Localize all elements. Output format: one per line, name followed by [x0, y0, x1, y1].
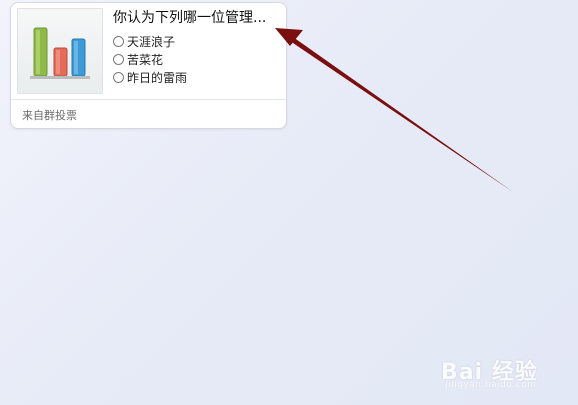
card-divider — [11, 99, 286, 100]
poll-title[interactable]: 你认为下列哪一位管理... — [113, 9, 283, 27]
radio-button[interactable] — [113, 53, 124, 65]
poll-option-label: 苦菜花 — [127, 52, 164, 67]
bar-chart-icon — [17, 8, 103, 94]
poll-option[interactable]: 苦菜花 — [113, 50, 187, 68]
baidu-watermark: Bai 经验 jingyan.baidu.com — [441, 346, 551, 396]
poll-option-label: 昨日的雷雨 — [127, 70, 188, 85]
radio-button[interactable] — [113, 71, 124, 83]
poll-source-label: 来自群投票 — [22, 109, 77, 122]
watermark-subtext: jingyan.baidu.com — [445, 380, 537, 390]
poll-option[interactable]: 昨日的雷雨 — [113, 68, 187, 86]
group-poll-card[interactable]: 你认为下列哪一位管理... 天涯浪子 苦菜花 昨日的雷雨 来自群投票 — [10, 2, 287, 129]
poll-option-label: 天涯浪子 — [127, 34, 176, 49]
poll-options: 天涯浪子 苦菜花 昨日的雷雨 — [113, 32, 187, 86]
poll-option[interactable]: 天涯浪子 — [113, 32, 187, 50]
radio-button[interactable] — [113, 35, 124, 47]
